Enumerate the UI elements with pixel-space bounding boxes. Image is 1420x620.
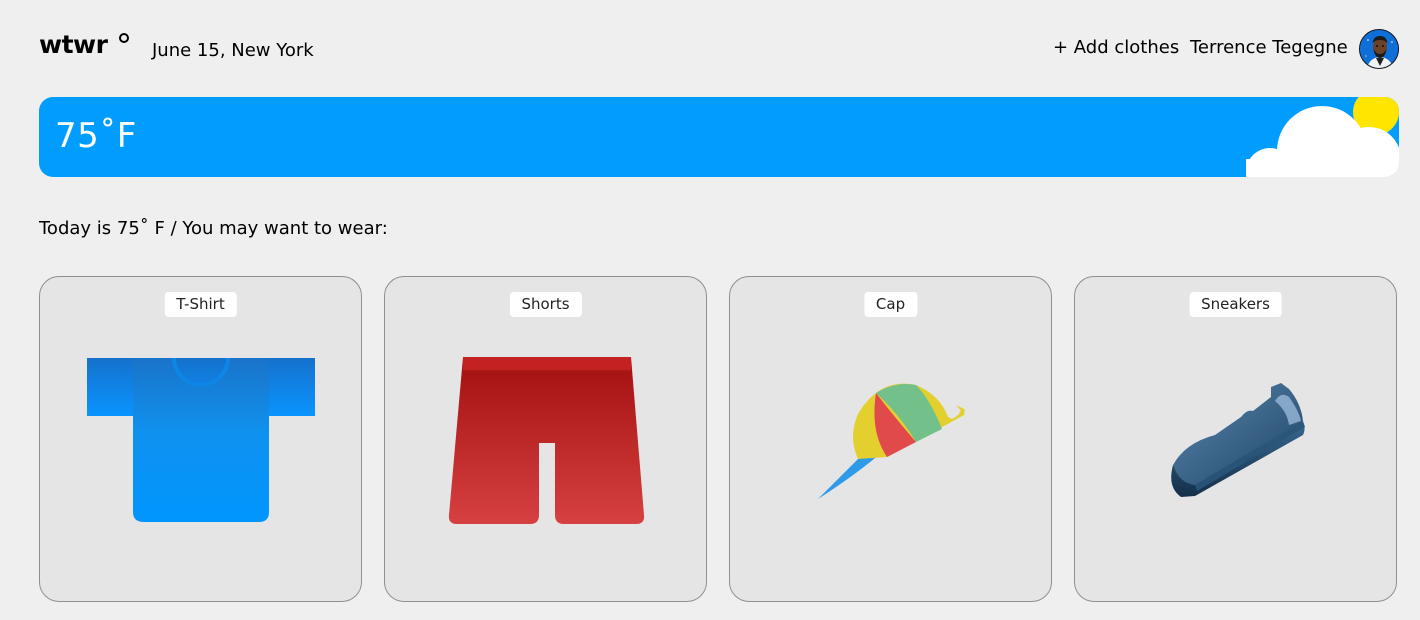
date-location: June 15, New York xyxy=(152,40,314,61)
card-label: T-Shirt xyxy=(164,292,237,317)
logo[interactable]: wtwr xyxy=(39,30,131,60)
clothing-card-tshirt[interactable]: T-Shirt xyxy=(39,276,362,602)
avatar-image xyxy=(1360,30,1398,68)
clothing-card-cap[interactable]: Cap xyxy=(729,276,1052,602)
suggestion-text: Today is 75˚ F / You may want to wear: xyxy=(39,218,388,239)
clothing-card-shorts[interactable]: Shorts xyxy=(384,276,707,602)
card-label: Sneakers xyxy=(1189,292,1282,317)
card-label: Cap xyxy=(863,292,918,317)
clothing-card-sneakers[interactable]: Sneakers xyxy=(1074,276,1397,602)
weather-banner: 75˚F xyxy=(39,97,1399,177)
tshirt-icon xyxy=(87,358,315,522)
header: wtwr June 15, New York + Add clothes Ter… xyxy=(0,0,1420,97)
sun-cloud-icon xyxy=(1246,97,1399,177)
card-label: Shorts xyxy=(509,292,582,317)
logo-text: wtwr xyxy=(39,30,108,59)
cap-icon xyxy=(818,383,965,499)
sneaker-icon xyxy=(1171,383,1305,497)
user-name[interactable]: Terrence Tegegne xyxy=(1190,37,1348,59)
temperature: 75˚F xyxy=(55,116,137,156)
shorts-icon xyxy=(448,357,645,524)
logo-degree-mark xyxy=(119,33,129,43)
add-clothes-button[interactable]: + Add clothes xyxy=(1053,37,1179,59)
avatar[interactable] xyxy=(1359,29,1399,69)
